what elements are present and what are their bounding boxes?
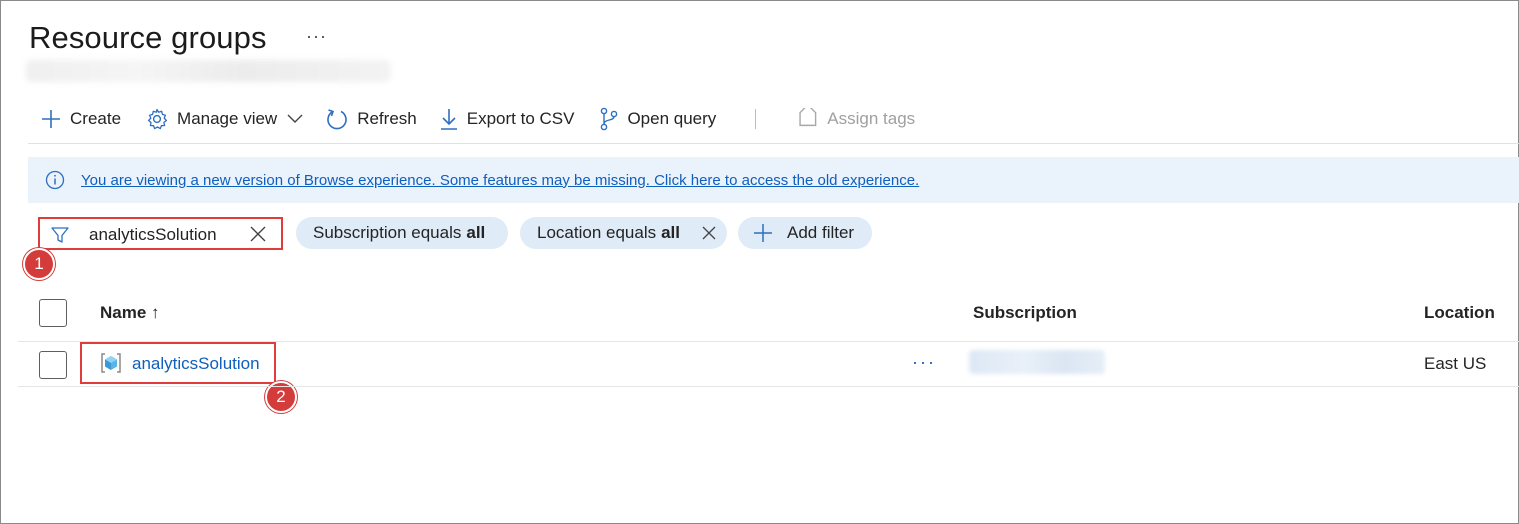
gear-icon: [145, 107, 169, 131]
create-label: Create: [70, 109, 122, 128]
assign-tags-label: Assign tags: [827, 109, 916, 128]
name-filter-input[interactable]: analyticsSolution: [38, 217, 283, 250]
download-icon: [439, 107, 459, 131]
query-graph-icon: [599, 107, 619, 131]
subscription-filter-pill[interactable]: Subscription equals all: [296, 217, 508, 249]
name-filter-value: analyticsSolution: [89, 225, 217, 244]
open-query-label: Open query: [627, 109, 717, 128]
location-filter-value: all: [661, 223, 680, 242]
export-csv-label: Export to CSV: [466, 109, 575, 128]
refresh-label: Refresh: [357, 109, 417, 128]
info-banner: You are viewing a new version of Browse …: [28, 157, 1519, 203]
more-options-button[interactable]: ···: [306, 26, 327, 47]
subscription-filter-label: Subscription equals: [313, 223, 462, 242]
info-icon: [45, 170, 65, 190]
manage-view-button[interactable]: Manage view: [145, 104, 303, 134]
column-header-subscription[interactable]: Subscription: [973, 303, 1077, 323]
column-header-location[interactable]: Location: [1424, 303, 1495, 323]
row-divider: [18, 386, 1519, 387]
add-filter-label: Add filter: [787, 223, 855, 242]
open-query-button[interactable]: Open query: [599, 104, 716, 134]
remove-location-filter-icon[interactable]: [701, 225, 717, 241]
plus-icon: [40, 108, 62, 130]
resource-group-icon: [99, 351, 123, 380]
add-filter-button[interactable]: Add filter: [738, 217, 872, 249]
toolbar-divider: [28, 143, 1519, 144]
resource-group-link[interactable]: analyticsSolution: [132, 354, 260, 374]
create-button[interactable]: Create: [40, 104, 121, 134]
page-title: Resource groups: [29, 20, 267, 55]
column-header-name[interactable]: Name ↑: [100, 303, 160, 323]
select-all-checkbox[interactable]: [39, 299, 67, 327]
toolbar-separator: [755, 109, 757, 129]
redacted-subscription: [969, 350, 1105, 374]
redacted-subtitle: [26, 60, 391, 82]
refresh-icon: [325, 107, 349, 131]
callout-badge-1: 1: [23, 248, 55, 280]
location-value: East US: [1424, 354, 1487, 373]
clear-filter-icon[interactable]: [249, 225, 267, 248]
filter-bar: analyticsSolution Subscription equals al…: [0, 215, 1519, 251]
command-bar: Create Manage view Refresh Export to CSV…: [40, 104, 915, 134]
manage-view-label: Manage view: [177, 109, 278, 128]
export-csv-button[interactable]: Export to CSV: [439, 104, 575, 134]
tag-icon: [793, 108, 819, 130]
row-checkbox[interactable]: [39, 351, 67, 379]
chevron-down-icon: [287, 114, 303, 124]
location-filter-label: Location equals: [537, 223, 657, 242]
location-filter-pill[interactable]: Location equals all: [520, 217, 727, 249]
filter-icon: [50, 225, 70, 250]
old-experience-link[interactable]: You are viewing a new version of Browse …: [81, 172, 919, 189]
refresh-button[interactable]: Refresh: [325, 104, 417, 134]
subscription-filter-value: all: [466, 223, 486, 242]
row-more-actions-button[interactable]: ···: [912, 352, 936, 373]
assign-tags-button[interactable]: Assign tags: [793, 104, 915, 134]
plus-icon: [753, 223, 773, 243]
